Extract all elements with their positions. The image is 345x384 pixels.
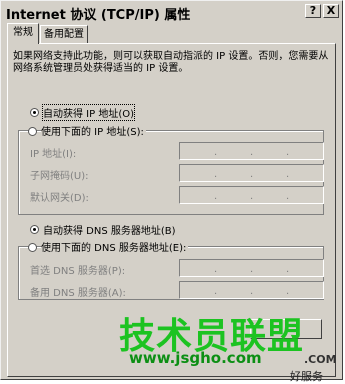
tab-alternate-config[interactable]: 备用配置 [40,25,88,43]
auto-ip-radio[interactable] [30,108,39,117]
title-bar[interactable]: Internet 协议 (TCP/IP) 属性 ? X [3,3,340,23]
window-title: Internet 协议 (TCP/IP) 属性 [6,8,191,23]
preferred-dns-field[interactable]: ... [179,259,324,277]
alternate-dns-label: 备用 DNS 服务器(A): [30,288,126,299]
default-gateway-field[interactable]: ... [179,186,324,204]
close-button[interactable]: X [323,4,339,18]
ip-address-field[interactable]: ... [179,142,324,160]
description-text: 如果网络支持此功能，则可以获取自动指派的 IP 设置。否则，您需要从网络系统管理… [13,51,329,74]
ip-address-label: IP 地址(I): [30,149,77,160]
manual-dns-label[interactable]: 使用下面的 DNS 服务器地址(E): [41,239,189,254]
subnet-mask-label: 子网掩码(U): [30,171,89,182]
manual-ip-label[interactable]: 使用下面的 IP 地址(S): [41,123,146,138]
manual-ip-radio[interactable] [28,127,37,136]
tab-general[interactable]: 常规 [7,23,39,44]
default-gateway-label: 默认网关(D): [30,193,89,204]
subnet-mask-field[interactable]: ... [179,164,324,182]
manual-dns-radio[interactable] [28,243,37,252]
alternate-dns-field[interactable]: ... [179,281,324,299]
tcpip-properties-dialog: Internet 协议 (TCP/IP) 属性 ? X 常规 备用配置 如果网络… [0,0,343,383]
auto-ip-label[interactable]: 自动获得 IP 地址(O) [41,104,136,121]
watermark-url: www.jsgho.com [129,349,262,367]
watermark-com: .COM [304,353,337,366]
auto-dns-label[interactable]: 自动获得 DNS 服务器地址(B) [43,222,176,237]
preferred-dns-label: 首选 DNS 服务器(P): [30,266,126,277]
auto-dns-radio[interactable] [30,225,39,234]
help-button[interactable]: ? [305,4,321,18]
